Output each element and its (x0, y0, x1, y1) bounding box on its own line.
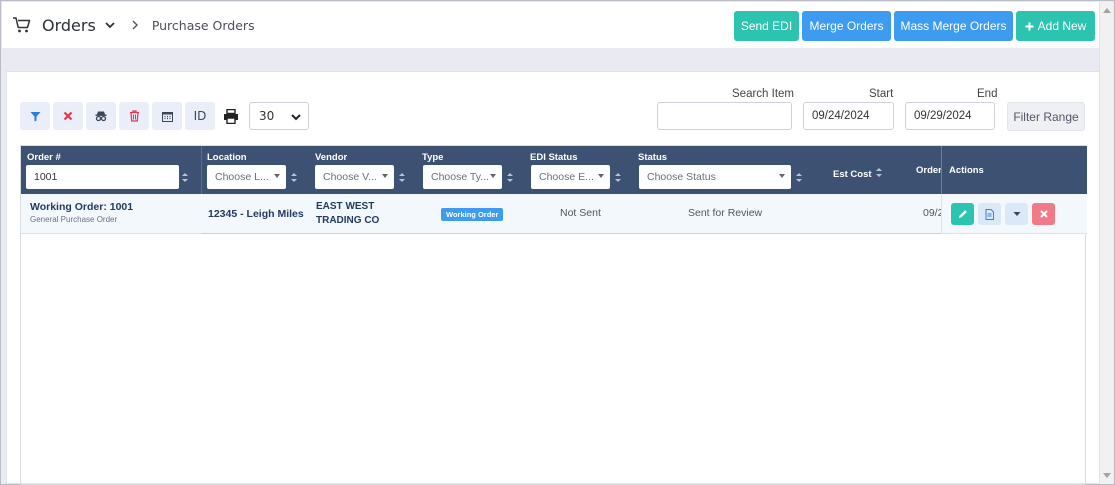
start-date-input[interactable]: 09/24/2024 (803, 102, 894, 130)
caret-down-icon (779, 174, 785, 178)
sort-status-icon[interactable] (796, 172, 802, 184)
actions-column: Actions (941, 146, 1086, 234)
filter-icon (30, 111, 40, 121)
order-no-filter-input[interactable]: 1001 (26, 165, 179, 189)
sort-order-no-icon[interactable] (182, 172, 188, 184)
column-header-location[interactable]: Location (207, 152, 247, 163)
mass-merge-orders-button[interactable]: Mass Merge Orders (894, 11, 1013, 41)
id-button[interactable]: ID (185, 102, 215, 130)
calendar-icon (161, 111, 173, 122)
actions-cell (941, 194, 1086, 234)
location-filter-select[interactable]: Choose L... (207, 165, 286, 189)
column-divider (201, 146, 202, 194)
pencil-icon (958, 210, 967, 218)
page-scrollbar[interactable] (1099, 2, 1113, 484)
type-filter-select[interactable]: Choose Ty... (423, 165, 502, 189)
page-title[interactable]: Orders (42, 16, 96, 35)
type-badge: Working Order (441, 208, 504, 221)
end-date-input[interactable]: 09/29/2024 (905, 102, 995, 130)
column-header-order-no[interactable]: Order # (27, 152, 61, 163)
breadcrumb: Orders Purchase Orders (12, 15, 255, 35)
column-header-edi-status[interactable]: EDI Status (530, 152, 578, 163)
caret-down-icon (490, 174, 496, 178)
filter-range-button[interactable]: Filter Range (1007, 102, 1085, 131)
status-filter-select[interactable]: Choose Status (639, 165, 791, 189)
more-actions-button[interactable] (1005, 203, 1028, 225)
merge-orders-button[interactable]: Merge Orders (802, 11, 891, 41)
table-header: Order # 1001 Location Choose L... Vendor… (21, 146, 1087, 194)
clear-icon (63, 111, 73, 121)
vendor-filter-select[interactable]: Choose V... (315, 165, 394, 189)
caret-down-icon (274, 174, 280, 178)
sort-est-cost-icon[interactable] (875, 167, 882, 179)
search-item-input[interactable] (657, 102, 792, 130)
edi-status-filter-value: Choose E... (539, 171, 594, 183)
document-icon (985, 208, 994, 220)
column-header-type[interactable]: Type (422, 152, 443, 163)
est-cost-label: Est Cost (833, 169, 872, 180)
end-date-label: End (977, 88, 998, 100)
location-filter-value: Choose L... (215, 171, 269, 183)
type-filter-value: Choose Ty... (431, 171, 489, 183)
status-filter-value: Choose Status (647, 171, 716, 183)
status-value: Sent for Review (688, 207, 763, 219)
actions-header-cell: Actions (941, 146, 1086, 194)
sort-location-icon[interactable] (291, 172, 297, 184)
filter-button[interactable] (20, 102, 50, 130)
top-bar: Orders Purchase Orders Send EDI Merge Or… (2, 2, 1099, 48)
calendar-button[interactable] (152, 102, 182, 130)
chevron-down-icon[interactable] (104, 19, 116, 31)
edi-status-value: Not Sent (560, 207, 601, 219)
search-item-label: Search Item (732, 88, 794, 100)
app-window: Orders Purchase Orders Send EDI Merge Or… (0, 0, 1115, 485)
column-header-est-cost[interactable]: Est Cost (833, 165, 882, 180)
spy-icon (95, 111, 107, 122)
row-divider (201, 233, 941, 234)
column-header-status[interactable]: Status (638, 152, 667, 163)
printer-icon (224, 108, 238, 124)
close-icon (1039, 210, 1048, 218)
vendor-name-line1[interactable]: EAST WEST (316, 201, 374, 212)
add-new-button[interactable]: Add New (1016, 11, 1095, 41)
add-new-label: Add New (1037, 19, 1087, 33)
per-page-select[interactable]: 30 (249, 102, 309, 130)
caret-down-icon (598, 174, 604, 178)
chevron-down-icon (291, 114, 301, 121)
sort-edi-status-icon[interactable] (615, 172, 621, 184)
table-row[interactable]: Working Order: 1001 General Purchase Ord… (21, 194, 1087, 234)
per-page-value: 30 (259, 109, 275, 123)
print-button[interactable] (220, 102, 242, 130)
vendor-name-line2[interactable]: TRADING CO (316, 215, 379, 226)
breadcrumb-current: Purchase Orders (151, 17, 255, 33)
edit-button[interactable] (951, 203, 974, 225)
orders-table: Order # 1001 Location Choose L... Vendor… (20, 145, 1087, 485)
view-document-button[interactable] (978, 203, 1001, 225)
caret-down-icon (1013, 212, 1020, 216)
edi-status-filter-select[interactable]: Choose E... (531, 165, 610, 189)
scroll-up-icon[interactable] (1103, 8, 1111, 13)
chevron-right-icon (132, 20, 138, 30)
order-title-link[interactable]: Working Order: 1001 (30, 201, 133, 213)
delete-button[interactable] (119, 102, 149, 130)
sort-vendor-icon[interactable] (399, 172, 405, 184)
trash-icon (129, 110, 139, 122)
table-toolbar: ID 30 (20, 102, 309, 130)
vendor-filter-value: Choose V... (323, 171, 377, 183)
send-edi-button[interactable]: Send EDI (734, 11, 799, 41)
order-subtitle: General Purchase Order (30, 215, 118, 224)
start-date-label: Start (869, 88, 894, 100)
location-link[interactable]: 12345 - Leigh Miles (208, 208, 304, 220)
plus-icon (1025, 22, 1034, 30)
sort-type-icon[interactable] (507, 172, 513, 184)
spy-button[interactable] (86, 102, 116, 130)
cart-icon (13, 17, 31, 33)
scroll-down-icon[interactable] (1103, 473, 1111, 478)
delete-order-button[interactable] (1032, 203, 1055, 225)
clear-filters-button[interactable] (53, 102, 83, 130)
column-header-actions: Actions (949, 165, 984, 176)
column-header-vendor[interactable]: Vendor (315, 152, 347, 163)
caret-down-icon (382, 174, 388, 178)
column-header-order-date[interactable]: Order (916, 165, 942, 176)
